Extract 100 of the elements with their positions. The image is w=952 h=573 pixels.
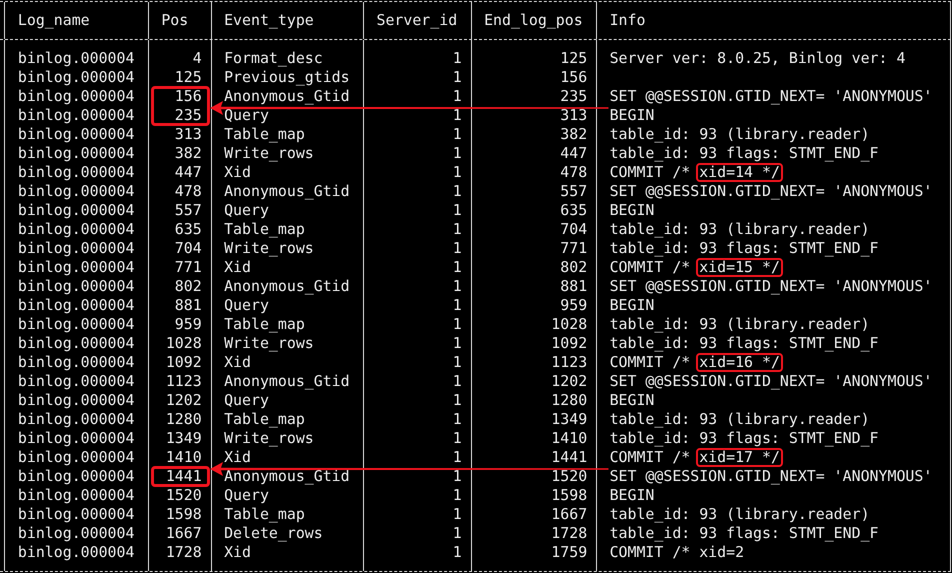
table-cell: 1 xyxy=(452,467,462,485)
table-cell: 1598 xyxy=(551,486,588,504)
table-cell: 881 xyxy=(560,277,588,295)
table-cell: 1202 xyxy=(551,372,588,390)
table-cell: Xid xyxy=(224,258,251,276)
table-cell: table_id: 93 flags: STMT_END_F xyxy=(610,239,879,257)
table-cell: 1280 xyxy=(166,410,202,428)
table-cell: 478 xyxy=(560,163,588,181)
table-cell: 1 xyxy=(452,163,462,181)
table-cell: binlog.000004 xyxy=(18,49,134,67)
table-cell: 125 xyxy=(560,49,588,67)
table-cell: 235 xyxy=(560,87,588,105)
column-header: Log_name xyxy=(18,11,90,29)
table-cell: 1728 xyxy=(166,543,202,561)
table-cell: table_id: 93 (library.reader) xyxy=(610,220,870,238)
table-cell: 635 xyxy=(560,201,588,219)
table-cell: SET @@SESSION.GTID_NEXT= 'ANONYMOUS' xyxy=(610,87,932,105)
table-cell: 802 xyxy=(174,277,202,295)
column-header: Event_type xyxy=(224,11,314,29)
table-cell: binlog.000004 xyxy=(18,239,134,257)
table-cell: COMMIT /* xyxy=(610,163,690,181)
table-cell: Table_map xyxy=(224,505,305,523)
table-cell: binlog.000004 xyxy=(18,201,134,219)
table-cell: binlog.000004 xyxy=(18,296,134,314)
table-cell: Query xyxy=(224,296,269,314)
column-header: End_log_pos xyxy=(484,11,583,29)
table-cell: BEGIN xyxy=(610,106,654,124)
table-cell: 704 xyxy=(560,220,588,238)
table-cell: BEGIN xyxy=(610,391,654,409)
table-cell: Anonymous_Gtid xyxy=(224,87,350,105)
table-cell: 1 xyxy=(452,429,462,447)
highlighted-text: xid=14 */ xyxy=(696,163,783,182)
table-cell: COMMIT /* xyxy=(610,353,690,371)
table-cell: 1410 xyxy=(551,429,588,447)
table-cell: table_id: 93 (library.reader) xyxy=(610,505,870,523)
table-cell: Query xyxy=(224,486,269,504)
table-cell: Previous_gtids xyxy=(224,68,350,86)
table-cell: 1280 xyxy=(551,391,588,409)
table-cell: 1 xyxy=(452,505,462,523)
table-cell: Xid xyxy=(224,163,251,181)
table-cell: 1 xyxy=(452,258,462,276)
table-cell: table_id: 93 flags: STMT_END_F xyxy=(610,144,879,162)
table-cell: SET @@SESSION.GTID_NEXT= 'ANONYMOUS' xyxy=(610,467,932,485)
table-cell: 1 xyxy=(452,220,462,238)
table-cell: 635 xyxy=(174,220,202,238)
table-cell: table_id: 93 (library.reader) xyxy=(610,315,870,333)
table-cell: 1 xyxy=(452,125,462,143)
table-cell: 1520 xyxy=(166,486,202,504)
table-cell: table_id: 93 flags: STMT_END_F xyxy=(610,429,879,447)
table-cell: binlog.000004 xyxy=(18,391,134,409)
table-cell: binlog.000004 xyxy=(18,315,134,333)
table-cell: BEGIN xyxy=(610,296,654,314)
table-cell: binlog.000004 xyxy=(18,68,134,86)
table-cell: Xid xyxy=(224,543,251,561)
table-cell: COMMIT /* xid=2 xyxy=(610,543,744,561)
table-cell: 881 xyxy=(174,296,202,314)
table-cell: SET @@SESSION.GTID_NEXT= 'ANONYMOUS' xyxy=(610,182,932,200)
table-cell: SET @@SESSION.GTID_NEXT= 'ANONYMOUS' xyxy=(610,277,932,295)
table-cell: binlog.000004 xyxy=(18,106,134,124)
table-cell: 1092 xyxy=(551,334,588,352)
table-cell: 1123 xyxy=(551,353,588,371)
table-cell: binlog.000004 xyxy=(18,524,134,542)
table-cell: binlog.000004 xyxy=(18,543,134,561)
table-cell: 802 xyxy=(560,258,588,276)
table-cell: 1 xyxy=(452,372,462,390)
table-cell: Delete_rows xyxy=(224,524,323,542)
table-cell: 1 xyxy=(452,524,462,542)
highlighted-text: xid=16 */ xyxy=(696,353,783,372)
table-cell: 1028 xyxy=(166,334,202,352)
table-cell: SET @@SESSION.GTID_NEXT= 'ANONYMOUS' xyxy=(610,372,932,390)
table-cell: 382 xyxy=(174,144,202,162)
table-cell: 1598 xyxy=(166,505,202,523)
table-cell: Query xyxy=(224,201,269,219)
table-cell: table_id: 93 flags: STMT_END_F xyxy=(610,334,879,352)
table-cell: Server ver: 8.0.25, Binlog ver: 4 xyxy=(610,49,906,67)
table-cell: BEGIN xyxy=(610,201,654,219)
table-cell: 1 xyxy=(452,239,462,257)
table-cell: 1123 xyxy=(166,372,202,390)
table-cell: binlog.000004 xyxy=(18,220,134,238)
table-cell: binlog.000004 xyxy=(18,372,134,390)
table-cell: Write_rows xyxy=(224,429,314,447)
table-cell: 313 xyxy=(174,125,202,143)
table-cell: 1 xyxy=(452,486,462,504)
table-cell: binlog.000004 xyxy=(18,125,134,143)
table-cell: binlog.000004 xyxy=(18,163,134,181)
table-cell: 1441 xyxy=(166,467,202,485)
table-cell: binlog.000004 xyxy=(18,353,134,371)
table-cell: 1 xyxy=(452,87,462,105)
table-cell: binlog.000004 xyxy=(18,258,134,276)
table-cell: 1 xyxy=(452,391,462,409)
table-cell: 1 xyxy=(452,296,462,314)
table-cell: 557 xyxy=(174,201,202,219)
table-cell: 313 xyxy=(560,106,588,124)
table-cell: 1 xyxy=(452,144,462,162)
table-cell: 1441 xyxy=(551,448,588,466)
table-cell: Anonymous_Gtid xyxy=(224,372,350,390)
table-cell: 1667 xyxy=(551,505,588,523)
table-cell: 1728 xyxy=(551,524,588,542)
table-cell: 1 xyxy=(452,543,462,561)
table-cell: Xid xyxy=(224,353,251,371)
